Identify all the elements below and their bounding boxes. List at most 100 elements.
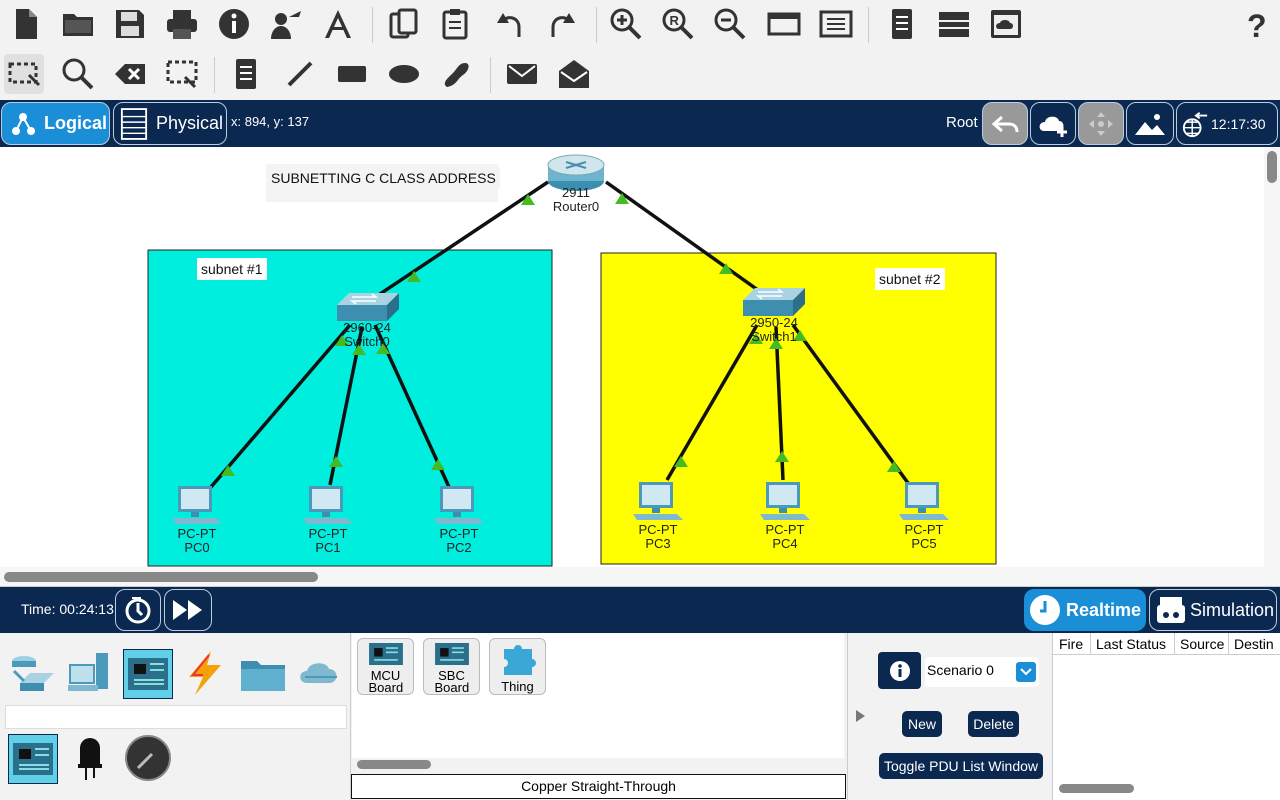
device-thing[interactable]: Thing	[489, 638, 546, 695]
vertical-scrollbar[interactable]	[1264, 147, 1280, 571]
inspect-icon[interactable]	[58, 54, 98, 94]
line-icon[interactable]	[280, 54, 320, 94]
pc-device[interactable]: PC-PT PC3	[631, 480, 685, 556]
set-background-button[interactable]	[1126, 102, 1174, 145]
pc-device[interactable]: PC-PT PC1	[301, 484, 355, 560]
miscellaneous-icon[interactable]	[239, 649, 287, 697]
activity-wizard-icon[interactable]	[266, 4, 306, 44]
back-button[interactable]	[982, 102, 1028, 145]
scenario-panel: Scenario 0 New Delete Toggle PDU List Wi…	[847, 633, 1052, 800]
scenario-info-button[interactable]	[878, 652, 921, 689]
pc-icon	[760, 482, 810, 520]
multiuser-icon[interactable]	[297, 649, 345, 697]
switch-icon[interactable]	[337, 293, 399, 321]
pc-device[interactable]: PC-PT PC5	[897, 480, 951, 556]
switch-icon[interactable]	[743, 288, 805, 316]
pc-device[interactable]: PC-PT PC0	[170, 484, 224, 560]
power-cycle-button[interactable]	[115, 589, 161, 631]
physical-view-icon[interactable]	[934, 4, 974, 44]
ellipse-icon[interactable]	[384, 54, 424, 94]
connections-icon[interactable]	[181, 649, 229, 697]
subnet1-label[interactable]: subnet #1	[197, 258, 267, 280]
coordinates-readout: x: 894, y: 137	[231, 114, 310, 129]
led-icon[interactable]	[66, 734, 116, 784]
pc-device[interactable]: PC-PT PC4	[758, 480, 812, 556]
move-object-button[interactable]	[1078, 102, 1124, 145]
logical-workspace[interactable]: SUBNETTING C CLASS ADDRESS subnet #1 sub…	[0, 147, 1264, 567]
network-info-icon[interactable]	[318, 4, 358, 44]
note-icon[interactable]	[226, 54, 266, 94]
vertical-scroll-thumb[interactable]	[1267, 151, 1277, 183]
redo-icon[interactable]	[542, 4, 582, 44]
info-icon[interactable]	[214, 4, 254, 44]
paste-icon[interactable]	[436, 4, 476, 44]
zoom-in-icon[interactable]	[606, 4, 646, 44]
column-fire[interactable]: Fire	[1053, 633, 1091, 654]
pdu-table-header: Fire Last Status Source Destin	[1053, 633, 1280, 655]
device-sbc-board[interactable]: SBC Board	[423, 638, 480, 695]
column-destination[interactable]: Destin	[1229, 633, 1280, 654]
delete-scenario-button[interactable]: Delete	[968, 711, 1019, 737]
rectangle-icon[interactable]	[332, 54, 372, 94]
simulation-label: Simulation	[1190, 599, 1275, 620]
logical-tab[interactable]: Logical	[1, 102, 110, 145]
save-icon[interactable]	[110, 4, 150, 44]
print-icon[interactable]	[162, 4, 202, 44]
new-scenario-button[interactable]: New	[902, 711, 942, 737]
simple-pdu-icon[interactable]	[502, 54, 542, 94]
expand-panel-arrow[interactable]	[854, 709, 866, 723]
network-devices-icon[interactable]	[8, 649, 56, 697]
new-cluster-button[interactable]	[1030, 102, 1076, 145]
pc-device[interactable]: PC-PT PC2	[432, 484, 486, 560]
column-source[interactable]: Source	[1175, 633, 1229, 654]
svg-text:?: ?	[1247, 8, 1267, 41]
device-mcu-board[interactable]: MCU Board	[357, 638, 414, 695]
complex-pdu-icon[interactable]	[554, 54, 594, 94]
topology-title[interactable]: SUBNETTING C CLASS ADDRESS	[267, 167, 500, 189]
horizontal-scrollbar[interactable]	[0, 567, 1280, 587]
toggle-pdu-list-button[interactable]: Toggle PDU List Window	[879, 753, 1043, 779]
fast-forward-button[interactable]	[164, 589, 212, 631]
physical-tab-label: Physical	[156, 113, 224, 133]
pdu-list-icon[interactable]	[882, 4, 922, 44]
horizontal-scroll-thumb[interactable]	[4, 572, 318, 582]
components-icon[interactable]	[123, 649, 173, 699]
pc-name-label: PC0	[184, 540, 210, 555]
power-cycle-icon	[125, 597, 151, 624]
column-last-status[interactable]: Last Status	[1091, 633, 1175, 654]
chevron-down-icon[interactable]	[1016, 662, 1036, 682]
toolbar-separator	[490, 57, 491, 93]
custom-device-icon[interactable]	[816, 4, 856, 44]
freeform-icon[interactable]	[436, 54, 476, 94]
pc-model-label: PC-PT	[765, 522, 805, 537]
select-icon[interactable]	[4, 54, 44, 94]
switch0-name-label: Switch0	[344, 334, 390, 349]
open-folder-icon[interactable]	[58, 4, 98, 44]
end-devices-icon[interactable]	[66, 649, 114, 697]
delete-icon[interactable]	[110, 54, 150, 94]
pc-model-label: PC-PT	[638, 522, 678, 537]
copy-icon[interactable]	[384, 4, 424, 44]
board-icon[interactable]	[8, 734, 58, 784]
drawing-palette-icon[interactable]	[764, 4, 804, 44]
pc-name-label: PC5	[911, 536, 937, 551]
resize-icon[interactable]	[162, 54, 202, 94]
sbc-board-icon	[434, 643, 469, 665]
physical-tab[interactable]: Physical	[113, 102, 227, 145]
zoom-reset-icon[interactable]: R	[658, 4, 698, 44]
pdu-table: Fire Last Status Source Destin	[1052, 633, 1280, 800]
undo-icon[interactable]	[490, 4, 530, 44]
potentiometer-icon[interactable]	[124, 734, 174, 784]
scenario-select[interactable]: Scenario 0	[925, 657, 1039, 687]
viewport-clock-button[interactable]: 12:17:30	[1176, 102, 1278, 145]
cluster-icon[interactable]	[986, 4, 1026, 44]
new-file-icon[interactable]	[6, 4, 46, 44]
help-icon[interactable]: ?	[1236, 4, 1276, 44]
realtime-tab[interactable]: Realtime	[1024, 589, 1146, 631]
zoom-out-icon[interactable]	[710, 4, 750, 44]
logical-tab-label: Logical	[44, 113, 108, 133]
device-list-scroll-thumb[interactable]	[357, 760, 431, 769]
simulation-tab[interactable]: Simulation	[1149, 589, 1277, 631]
pdu-table-scroll-thumb[interactable]	[1059, 784, 1134, 793]
subnet2-label[interactable]: subnet #2	[875, 268, 945, 290]
